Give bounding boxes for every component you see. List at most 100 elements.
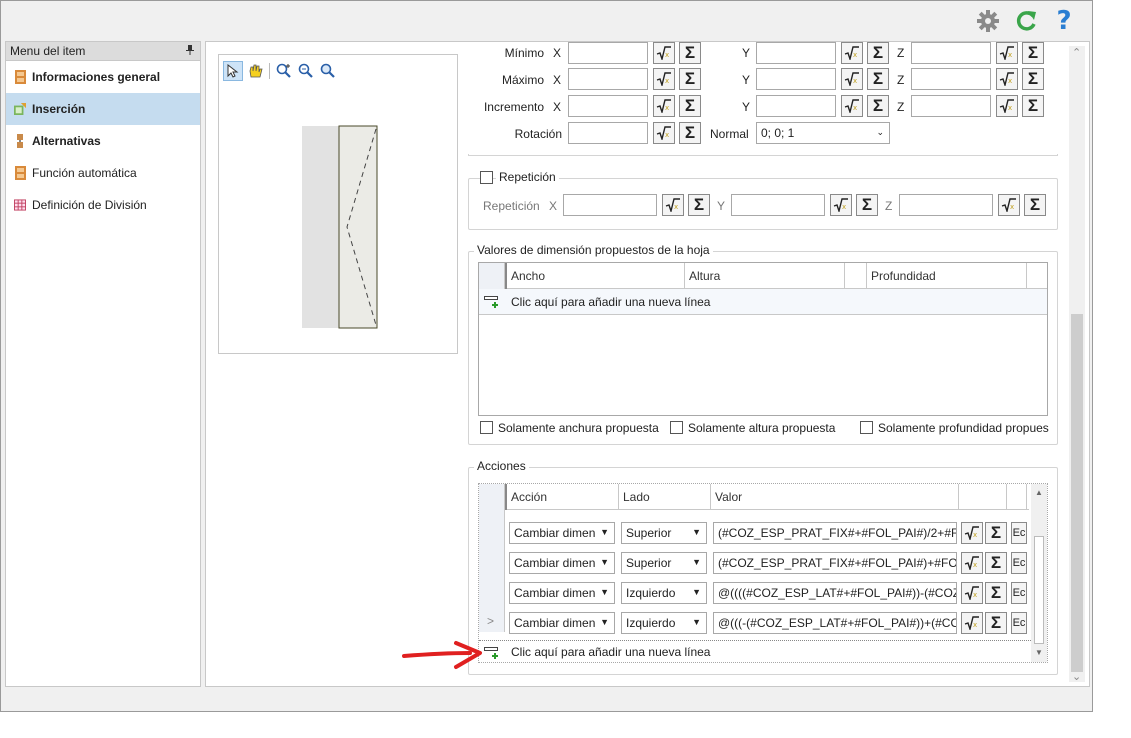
gear-icon[interactable] <box>974 7 1002 35</box>
scroll-up-icon[interactable]: ⌃ <box>1072 46 1081 59</box>
accion-select[interactable]: Cambiar dimen ▼ <box>509 582 615 604</box>
formula-icon[interactable]: x <box>961 522 983 544</box>
formula-icon[interactable]: x <box>841 95 863 117</box>
sum-icon[interactable]: Σ <box>985 552 1007 574</box>
scroll-down-icon[interactable]: ⌄ <box>1072 670 1081 683</box>
lado-select[interactable]: Superior ▼ <box>621 522 707 544</box>
sum-icon[interactable]: Σ <box>1022 95 1044 117</box>
main-scrollbar[interactable]: ⌃ ⌄ <box>1069 46 1085 683</box>
column-header-accion[interactable]: Acción <box>505 484 619 510</box>
formula-icon[interactable]: x <box>961 582 983 604</box>
accion-select[interactable]: Cambiar dimen ▼ <box>509 522 615 544</box>
incremento-z-input[interactable] <box>911 95 991 117</box>
formula-icon[interactable]: x <box>841 68 863 90</box>
repeticion-z-input[interactable] <box>899 194 993 216</box>
help-icon[interactable]: ? <box>1050 6 1078 36</box>
sum-icon[interactable]: Σ <box>867 42 889 64</box>
edit-button[interactable]: Ec <box>1011 552 1027 574</box>
accion-select[interactable]: Cambiar dimen ▼ <box>509 552 615 574</box>
edit-button[interactable]: Ec <box>1011 522 1027 544</box>
formula-icon[interactable]: x <box>996 42 1018 64</box>
formula-icon[interactable]: x <box>653 122 675 144</box>
accion-value: Cambiar dimen <box>514 526 596 540</box>
formula-icon[interactable]: x <box>653 42 675 64</box>
zoom-window-icon[interactable] <box>318 61 338 81</box>
formula-icon[interactable]: x <box>996 95 1018 117</box>
add-line-row[interactable]: Clic aquí para añadir una nueva línea <box>479 289 1047 315</box>
accion-select[interactable]: Cambiar dimen ▼ <box>509 612 615 634</box>
sum-icon[interactable]: Σ <box>679 122 701 144</box>
sum-icon[interactable]: Σ <box>688 194 710 216</box>
edit-button[interactable]: Ec <box>1011 582 1027 604</box>
lado-select[interactable]: Superior ▼ <box>621 552 707 574</box>
valor-input[interactable]: @((((#COZ_ESP_LAT#+#FOL_PAI#))-(#COZ_ES <box>713 582 957 604</box>
maximo-y-input[interactable] <box>756 68 836 90</box>
scroll-up-icon[interactable]: ▲ <box>1035 488 1043 497</box>
minimo-x-input[interactable] <box>568 42 648 64</box>
sidebar-item-funcion-automatica[interactable]: Función automática <box>6 157 200 189</box>
acciones-scrollbar[interactable]: ▲ ▼ <box>1031 484 1047 662</box>
formula-icon[interactable]: x <box>830 194 852 216</box>
incremento-y-input[interactable] <box>756 95 836 117</box>
sum-icon[interactable]: Σ <box>985 612 1007 634</box>
formula-icon[interactable]: x <box>653 95 675 117</box>
incremento-x-input[interactable] <box>568 95 648 117</box>
sidebar-item-alternativas[interactable]: Alternativas <box>6 125 200 157</box>
minimo-y-input[interactable] <box>756 42 836 64</box>
column-header-ancho[interactable]: Ancho <box>505 263 685 289</box>
lado-select[interactable]: Izquierdo ▼ <box>621 612 707 634</box>
formula-icon[interactable]: x <box>662 194 684 216</box>
solamente-profundidad-checkbox[interactable] <box>860 421 873 434</box>
formula-icon[interactable]: x <box>961 552 983 574</box>
sum-icon[interactable]: Σ <box>867 95 889 117</box>
zoom-in-icon[interactable] <box>296 61 316 81</box>
chevron-down-icon: ⌄ <box>876 127 884 137</box>
solamente-anchura-checkbox[interactable] <box>480 421 493 434</box>
valor-input[interactable]: (#COZ_ESP_PRAT_FIX#+#FOL_PAI#)+#FOL_SU <box>713 552 957 574</box>
sum-icon[interactable]: Σ <box>1024 194 1046 216</box>
rotacion-input[interactable] <box>568 122 648 144</box>
minimo-z-input[interactable] <box>911 42 991 64</box>
column-header-profundidad[interactable]: Profundidad <box>867 263 1027 289</box>
formula-icon[interactable]: x <box>961 612 983 634</box>
sum-icon[interactable]: Σ <box>1022 68 1044 90</box>
scroll-down-icon[interactable]: ▼ <box>1035 648 1043 657</box>
repeticion-checkbox[interactable] <box>480 171 493 184</box>
column-header-altura[interactable]: Altura <box>685 263 845 289</box>
sum-icon[interactable]: Σ <box>679 68 701 90</box>
pan-hand-icon[interactable] <box>245 61 265 81</box>
normal-select[interactable]: 0; 0; 1 ⌄ <box>756 122 890 144</box>
sum-icon[interactable]: Σ <box>867 68 889 90</box>
formula-icon[interactable]: x <box>841 42 863 64</box>
sidebar-item-definicion-division[interactable]: Definición de División <box>6 189 200 221</box>
column-header-valor[interactable]: Valor <box>711 484 959 510</box>
maximo-z-input[interactable] <box>911 68 991 90</box>
zoom-fit-icon[interactable] <box>274 61 294 81</box>
refresh-icon[interactable] <box>1012 7 1040 35</box>
sidebar-item-insercion[interactable]: Inserción <box>6 93 200 125</box>
formula-icon[interactable]: x <box>998 194 1020 216</box>
edit-button[interactable]: Ec <box>1011 612 1027 634</box>
sum-icon[interactable]: Σ <box>856 194 878 216</box>
valor-input[interactable]: @(((-(#COZ_ESP_LAT#+#FOL_PAI#))+(#COZ_E <box>713 612 957 634</box>
pointer-tool-icon[interactable] <box>223 61 243 81</box>
lado-select[interactable]: Izquierdo ▼ <box>621 582 707 604</box>
main-scroll-thumb[interactable] <box>1071 314 1083 672</box>
solamente-altura-checkbox[interactable] <box>670 421 683 434</box>
acciones-scroll-thumb[interactable] <box>1034 536 1044 644</box>
add-line-row[interactable]: Clic aquí para añadir una nueva línea <box>479 640 1031 662</box>
sum-icon[interactable]: Σ <box>679 95 701 117</box>
valor-input[interactable]: (#COZ_ESP_PRAT_FIX#+#FOL_PAI#)/2+#FOL_S <box>713 522 957 544</box>
sidebar-item-informaciones[interactable]: Informaciones general <box>6 61 200 93</box>
repeticion-x-input[interactable] <box>563 194 657 216</box>
formula-icon[interactable]: x <box>996 68 1018 90</box>
sum-icon[interactable]: Σ <box>1022 42 1044 64</box>
maximo-x-input[interactable] <box>568 68 648 90</box>
sum-icon[interactable]: Σ <box>985 522 1007 544</box>
formula-icon[interactable]: x <box>653 68 675 90</box>
column-header-lado[interactable]: Lado <box>619 484 711 510</box>
repeticion-y-input[interactable] <box>731 194 825 216</box>
pin-icon[interactable] <box>186 44 194 58</box>
sum-icon[interactable]: Σ <box>679 42 701 64</box>
sum-icon[interactable]: Σ <box>985 582 1007 604</box>
